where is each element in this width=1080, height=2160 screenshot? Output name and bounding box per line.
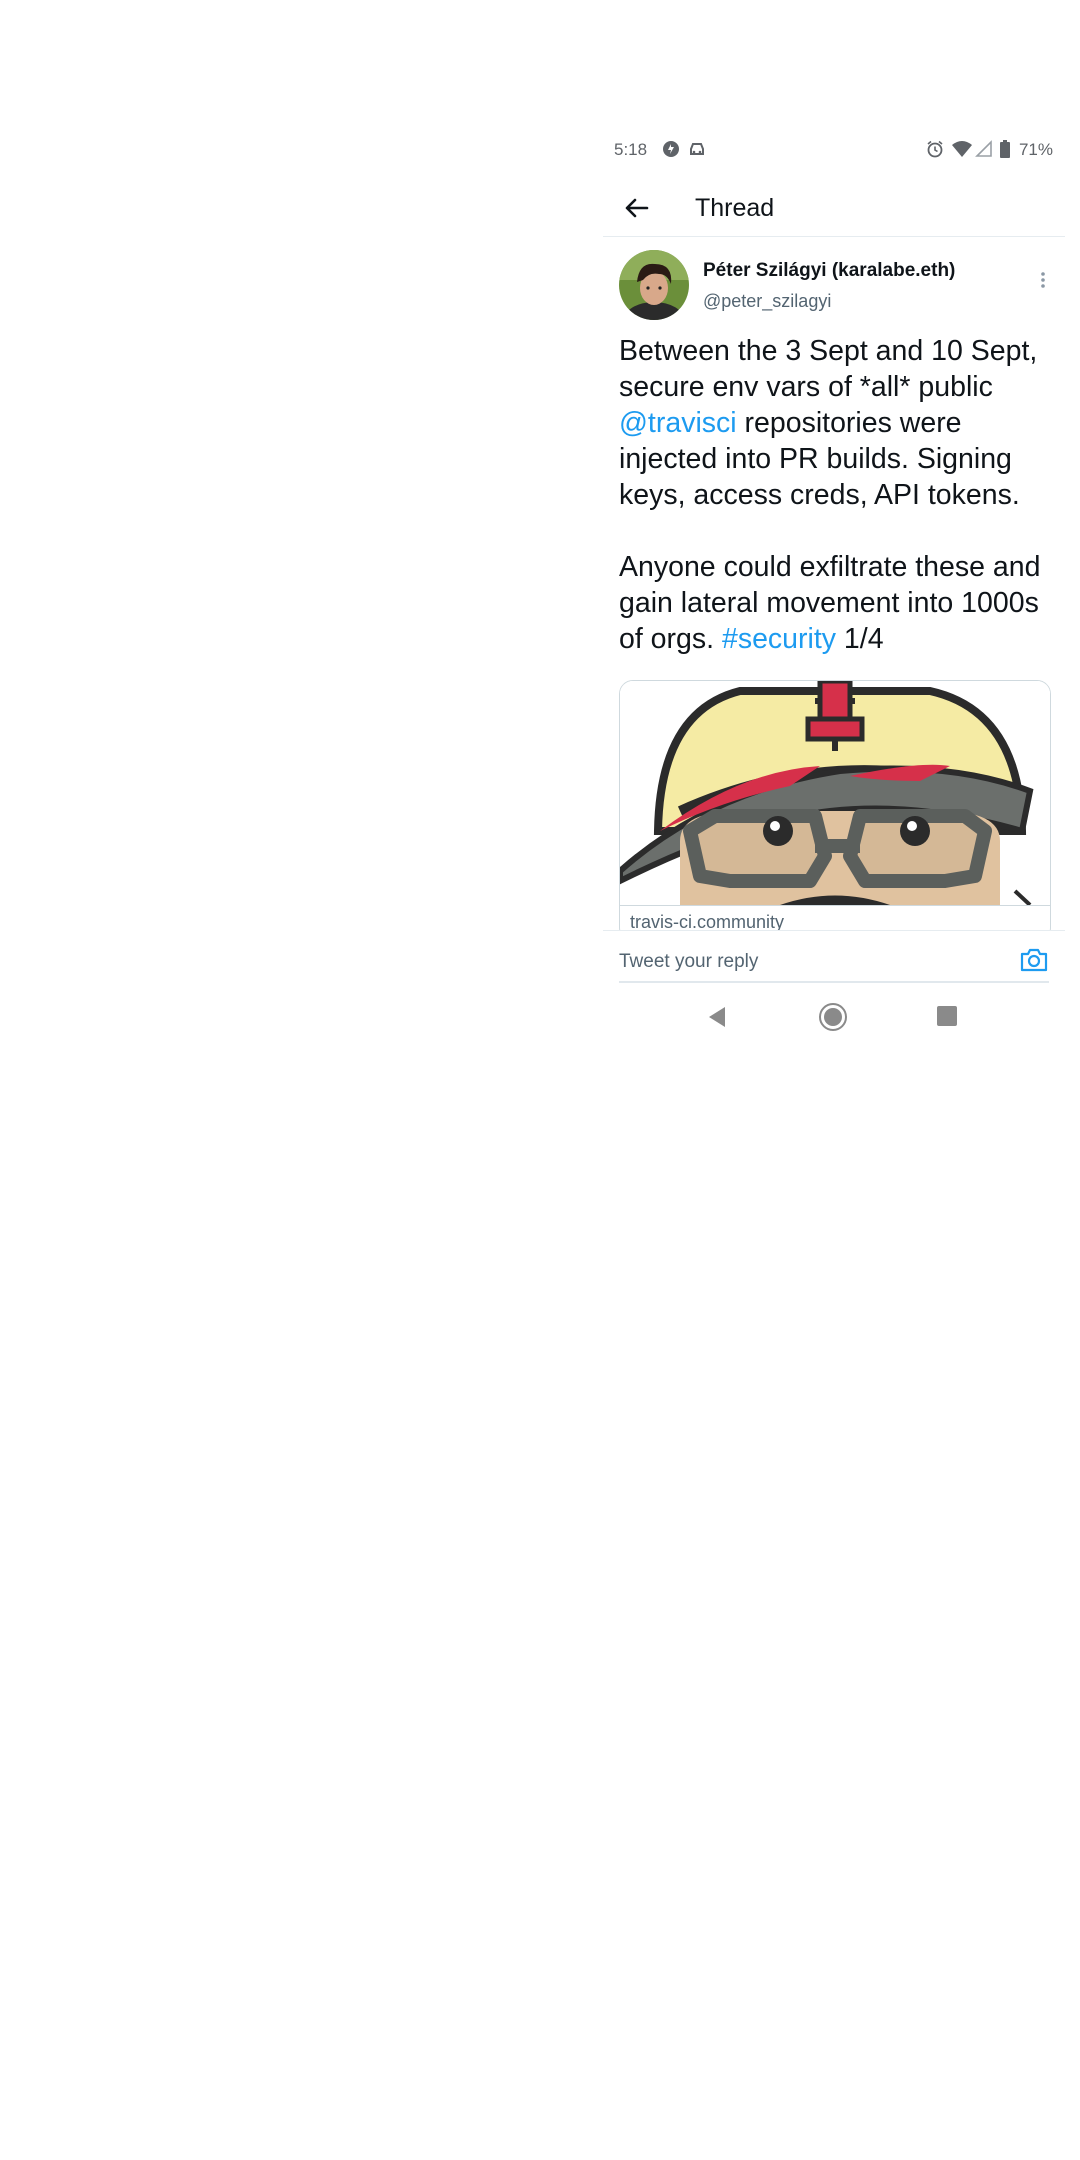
- wifi-icon: [951, 139, 973, 164]
- alarm-icon: [925, 139, 945, 164]
- avatar[interactable]: [619, 250, 689, 320]
- system-nav-bar: [603, 990, 1065, 1050]
- tweet-paragraph-2: Anyone could exfiltrate these and gain l…: [619, 551, 1041, 655]
- top-app-bar: Thread: [603, 180, 1065, 237]
- card-image: [620, 681, 1050, 907]
- tweet-text: Between the 3 Sept and 10 Sept, secure e…: [619, 333, 1059, 693]
- more-vertical-icon[interactable]: [1033, 266, 1053, 294]
- battery-percent: 71%: [1018, 140, 1053, 159]
- page-title: Thread: [695, 194, 775, 222]
- camera-icon[interactable]: [1019, 945, 1049, 975]
- mention-link[interactable]: @travisci: [619, 407, 737, 439]
- home-circle-icon[interactable]: [818, 1002, 848, 1037]
- hashtag-link[interactable]: #security: [722, 623, 836, 655]
- reply-placeholder: Tweet your reply: [619, 951, 759, 972]
- author-handle[interactable]: @peter_szilagyi: [703, 291, 831, 312]
- recents-square-icon[interactable]: [936, 1005, 958, 1032]
- reply-input[interactable]: Tweet your reply: [619, 941, 1049, 983]
- reply-bar: Tweet your reply: [603, 930, 1065, 991]
- back-arrow-icon[interactable]: [623, 194, 651, 222]
- link-card[interactable]: travis-ci.community: [619, 680, 1051, 942]
- status-bar: 5:18 71%: [603, 120, 1065, 180]
- battery-icon: [999, 139, 1011, 164]
- tweet-paragraph-1: Between the 3 Sept and 10 Sept, secure e…: [619, 335, 1038, 511]
- data-saver-icon: [661, 139, 681, 164]
- phone-screen: 5:18 71% Thread Péter Szilágyi (karalabe…: [603, 120, 1065, 1050]
- back-triangle-icon[interactable]: [705, 1004, 731, 1035]
- car-icon: [687, 139, 707, 164]
- card-divider: [620, 905, 1050, 906]
- author-name[interactable]: Péter Szilágyi (karalabe.eth): [703, 260, 955, 282]
- status-time: 5:18: [614, 140, 648, 159]
- signal-icon: [975, 139, 993, 164]
